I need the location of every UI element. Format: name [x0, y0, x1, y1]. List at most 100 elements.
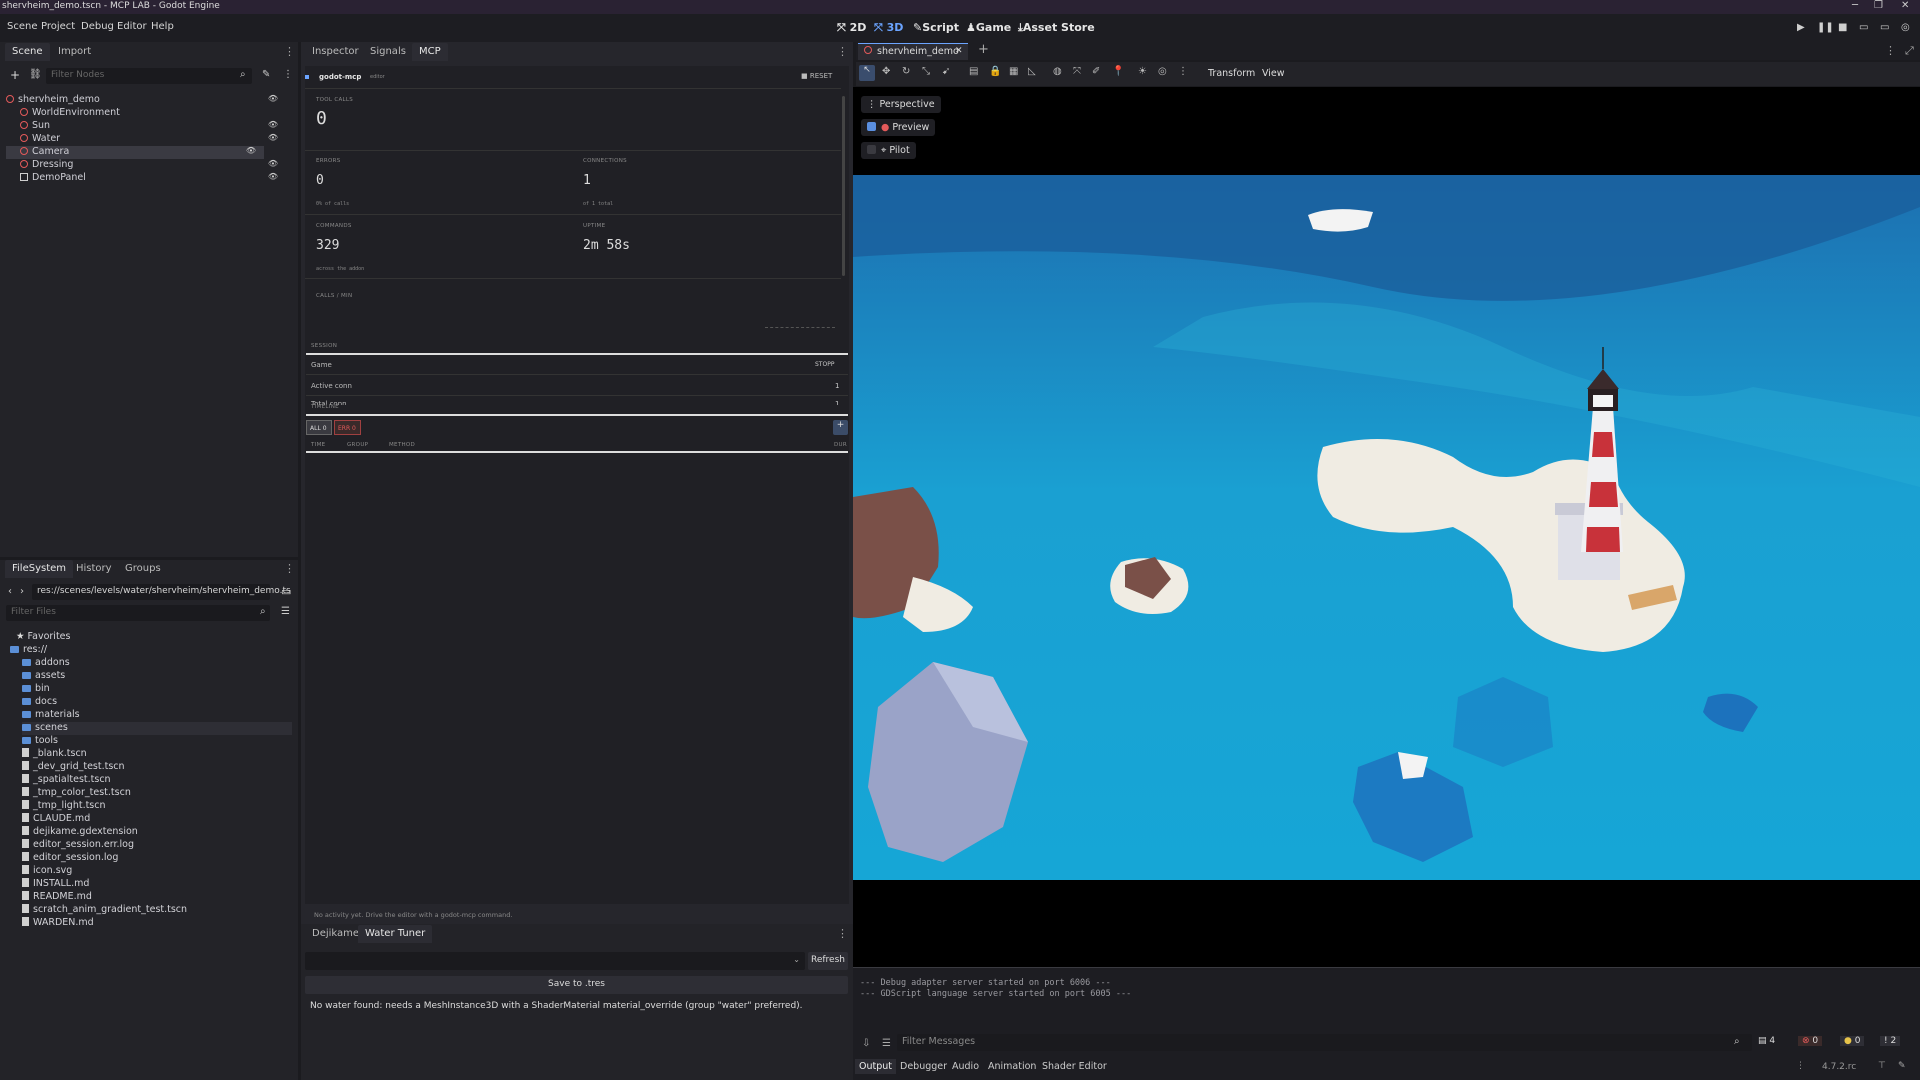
script-filter-icon[interactable]: ✎: [262, 69, 270, 80]
local-space-icon[interactable]: ◍: [1053, 66, 1062, 77]
visibility-icon[interactable]: 👁: [268, 133, 278, 142]
workspace-2d[interactable]: ⤧ 2D: [837, 21, 866, 35]
tab-mcp[interactable]: MCP: [412, 43, 448, 61]
pilot-toggle[interactable]: ⌖ Pilot: [861, 142, 916, 159]
filter-error-button[interactable]: ERR 0: [334, 420, 361, 435]
pin-icon[interactable]: 📍: [1112, 66, 1124, 77]
pause-icon[interactable]: ❚❚: [1817, 22, 1834, 33]
transform-menu[interactable]: Transform: [1208, 68, 1255, 79]
clear-output-icon[interactable]: ⇩: [862, 1038, 870, 1049]
info-count-badge[interactable]: ! 2: [1880, 1036, 1901, 1046]
link-icon[interactable]: ⛓: [29, 69, 42, 80]
play-icon[interactable]: ▶: [1797, 22, 1805, 33]
menu-editor[interactable]: Editor: [117, 21, 147, 32]
folder-item[interactable]: docs: [22, 696, 57, 709]
sun-icon[interactable]: ☀: [1138, 66, 1147, 77]
folder-item[interactable]: scenes: [22, 722, 292, 735]
rotate-tool-icon[interactable]: ↻: [902, 66, 910, 77]
layout-icon[interactable]: ⊤: [1878, 1061, 1886, 1071]
pick-tool-icon[interactable]: ➹: [942, 66, 950, 77]
refresh-button[interactable]: Refresh: [808, 952, 848, 970]
dock-menu-icon[interactable]: ⋮: [284, 45, 295, 58]
more-icon[interactable]: ⋮: [1178, 66, 1188, 77]
file-item[interactable]: _blank.tscn: [22, 748, 87, 761]
folder-item[interactable]: res://: [10, 644, 47, 657]
folder-item[interactable]: assets: [22, 670, 65, 683]
visibility-icon[interactable]: 👁: [268, 120, 278, 129]
lock-icon[interactable]: 🔒: [989, 66, 1001, 77]
close-icon[interactable]: ✕: [1901, 0, 1909, 11]
save-tres-button[interactable]: Save to .tres: [305, 976, 848, 994]
file-item[interactable]: _spatialtest.tscn: [22, 774, 111, 787]
tab-output[interactable]: Output: [855, 1059, 896, 1074]
stop-icon[interactable]: ■: [1838, 22, 1847, 33]
workspace-game[interactable]: ♟Game: [966, 21, 1011, 34]
back-icon[interactable]: ‹: [8, 586, 12, 597]
minimize-icon[interactable]: ─: [1852, 0, 1858, 11]
perspective-menu[interactable]: ⋮ Perspective: [861, 96, 941, 113]
menu-scene[interactable]: Scene: [7, 21, 38, 32]
favorites-item[interactable]: ★ Favorites: [16, 631, 70, 644]
dock-menu-icon[interactable]: ⋮: [837, 927, 848, 940]
menu-help[interactable]: Help: [151, 21, 174, 32]
move-tool-icon[interactable]: ✥: [882, 66, 890, 77]
pin-icon[interactable]: ✎: [1898, 1061, 1906, 1071]
ruler-icon[interactable]: ◺: [1028, 66, 1036, 77]
scene-tree-node[interactable]: Water 👁: [6, 133, 286, 146]
copy-output-icon[interactable]: ☰: [882, 1038, 891, 1049]
more-icon[interactable]: ⋮: [1885, 44, 1896, 57]
tab-water-tuner[interactable]: Water Tuner: [358, 925, 433, 943]
menu-debug[interactable]: Debug: [81, 21, 114, 32]
forward-icon[interactable]: ›: [20, 586, 24, 597]
file-item[interactable]: README.md: [22, 891, 92, 904]
scene-tab[interactable]: shervheim_demo ✕: [858, 43, 968, 60]
visibility-icon[interactable]: 👁: [268, 159, 278, 168]
workspace-3d[interactable]: ⤧ 3D: [874, 21, 903, 35]
preview-toggle[interactable]: ● Preview: [861, 119, 936, 136]
scene-tree-node[interactable]: Sun 👁: [6, 120, 286, 133]
file-item[interactable]: scratch_anim_gradient_test.tscn: [22, 904, 187, 917]
tab-scene[interactable]: Scene: [5, 43, 50, 61]
file-item[interactable]: editor_session.log: [22, 852, 118, 865]
run-current-icon[interactable]: ▭: [1859, 22, 1868, 33]
scene-tree-node[interactable]: Dressing 👁: [6, 159, 286, 172]
tab-dejikame[interactable]: Dejikame: [305, 925, 366, 943]
folder-item[interactable]: tools: [22, 735, 58, 748]
menu-project[interactable]: Project: [41, 21, 75, 32]
file-item[interactable]: _tmp_color_test.tscn: [22, 787, 131, 800]
file-item[interactable]: _tmp_light.tscn: [22, 800, 106, 813]
filter-nodes-input[interactable]: Filter Nodes: [46, 68, 252, 84]
add-node-icon[interactable]: +: [10, 68, 20, 82]
tab-filesystem[interactable]: FileSystem: [5, 560, 74, 578]
more-icon[interactable]: ⋮: [1796, 1061, 1805, 1071]
folder-item[interactable]: bin: [22, 683, 50, 696]
error-count-badge[interactable]: ⊗ 0: [1798, 1036, 1823, 1046]
dock-menu-icon[interactable]: ⋮: [837, 45, 848, 58]
file-item[interactable]: dejikame.gdextension: [22, 826, 138, 839]
path-field[interactable]: res://scenes/levels/water/shervheim/sher…: [32, 584, 291, 600]
scene-tree-node[interactable]: shervheim_demo 👁: [6, 94, 286, 107]
workspace-asset-store[interactable]: ⤓Asset Store: [1018, 21, 1095, 35]
more-icon[interactable]: ⋮: [283, 69, 293, 80]
checkbox-icon[interactable]: [867, 145, 876, 154]
checkbox-checked-icon[interactable]: [867, 122, 876, 131]
filter-files-input[interactable]: Filter Files: [6, 605, 270, 621]
scrollbar[interactable]: [842, 96, 845, 276]
folder-item[interactable]: addons: [22, 657, 70, 670]
list-icon[interactable]: ▤: [969, 66, 978, 77]
tab-history[interactable]: History: [69, 560, 119, 578]
run-custom-icon[interactable]: ▭: [1880, 22, 1889, 33]
scale-tool-icon[interactable]: ⤡: [922, 66, 930, 77]
snap-icon[interactable]: ⤧: [1073, 66, 1081, 77]
close-tab-icon[interactable]: ✕: [955, 46, 963, 56]
split-view-icon[interactable]: ▭: [281, 585, 291, 598]
reset-button[interactable]: ■ RESET: [801, 72, 832, 80]
water-material-select[interactable]: ⌄: [305, 952, 805, 970]
group-icon[interactable]: ▦: [1009, 66, 1018, 77]
tab-groups[interactable]: Groups: [118, 560, 168, 578]
dock-menu-icon[interactable]: ⋮: [284, 562, 295, 575]
tab-inspector[interactable]: Inspector: [305, 43, 366, 61]
file-item[interactable]: INSTALL.md: [22, 878, 89, 891]
file-item[interactable]: CLAUDE.md: [22, 813, 90, 826]
file-item[interactable]: icon.svg: [22, 865, 72, 878]
